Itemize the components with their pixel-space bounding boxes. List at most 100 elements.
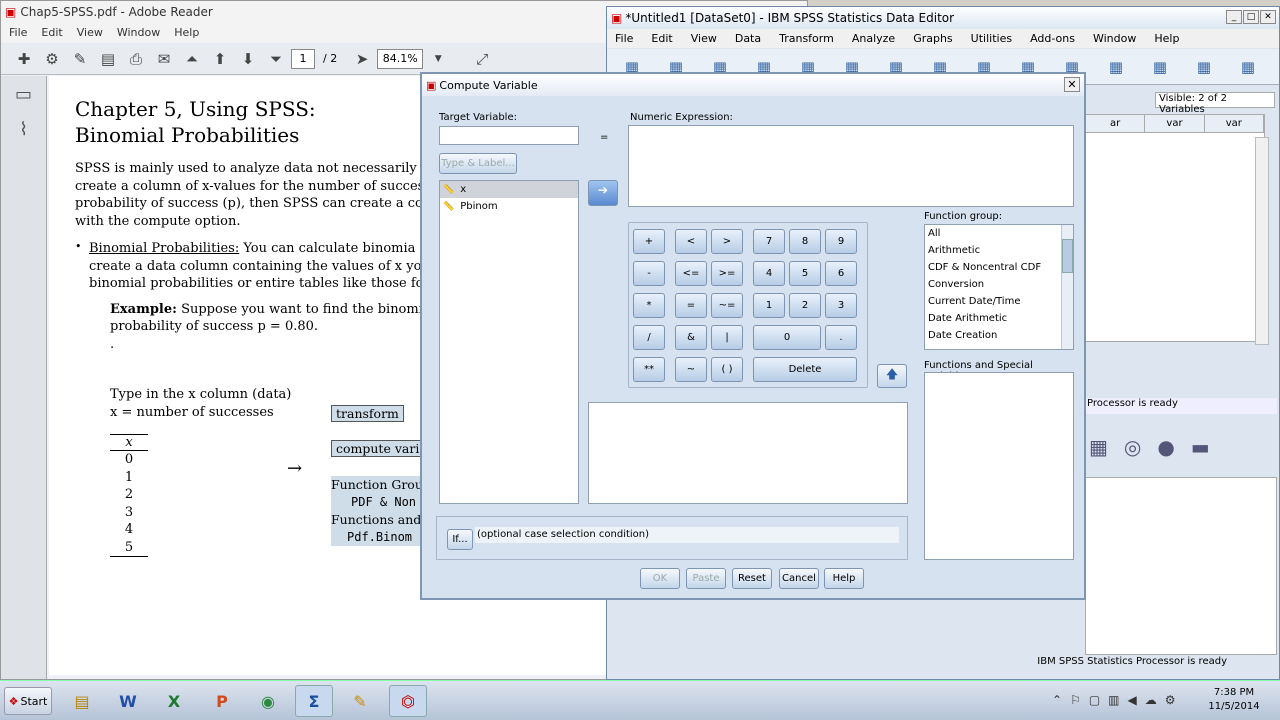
calc-key[interactable]: 5: [789, 261, 821, 286]
start-button[interactable]: ❖ Start: [4, 687, 52, 715]
spss-menu-window[interactable]: Window: [1093, 32, 1136, 45]
calc-key[interactable]: *: [633, 293, 665, 318]
calc-key[interactable]: |: [711, 325, 743, 350]
calc-key[interactable]: /: [633, 325, 665, 350]
powerpoint-icon[interactable]: P: [203, 685, 241, 717]
spss-menu-utilities[interactable]: Utilities: [971, 32, 1012, 45]
function-group-item[interactable]: Conversion: [925, 276, 1073, 293]
calc-key[interactable]: -: [633, 261, 665, 286]
explorer-icon[interactable]: ▤: [63, 685, 101, 717]
spss-menu-transform[interactable]: Transform: [779, 32, 834, 45]
variable-item[interactable]: 📏 x: [440, 181, 578, 198]
function-group-item[interactable]: Current Date/Time: [925, 293, 1073, 310]
ok-button[interactable]: OK: [640, 568, 680, 589]
spss-menu-data[interactable]: Data: [735, 32, 761, 45]
calc-key[interactable]: +: [633, 229, 665, 254]
paste-button[interactable]: Paste: [686, 568, 726, 589]
adobe-menu-window[interactable]: Window: [117, 26, 160, 39]
chrome-icon[interactable]: ◉: [249, 685, 287, 717]
page-number-input[interactable]: 1: [291, 48, 315, 69]
network-icon[interactable]: ▥: [1108, 693, 1119, 707]
calc-key[interactable]: **: [633, 357, 665, 382]
gear-icon[interactable]: ⚙: [1165, 693, 1176, 707]
functions-list[interactable]: [924, 372, 1074, 560]
function-group-item[interactable]: Date Arithmetic: [925, 310, 1073, 327]
function-group-item[interactable]: All: [925, 225, 1073, 242]
calc-key[interactable]: <=: [675, 261, 707, 286]
table-icon[interactable]: ▦: [1089, 435, 1108, 459]
edit-icon[interactable]: ✎: [67, 47, 93, 71]
calc-key[interactable]: Delete: [753, 357, 857, 382]
spss-menu-analyze[interactable]: Analyze: [852, 32, 895, 45]
insert-cases-icon[interactable]: ▦: [1103, 55, 1129, 79]
variable-item[interactable]: 📏 Pbinom: [440, 198, 578, 215]
calc-key[interactable]: .: [825, 325, 857, 350]
calc-key[interactable]: 0: [753, 325, 821, 350]
calc-key[interactable]: ~=: [711, 293, 743, 318]
adobe-menu-edit[interactable]: Edit: [41, 26, 62, 39]
cancel-button[interactable]: Cancel: [779, 568, 819, 589]
maximize-icon[interactable]: □: [1243, 10, 1259, 24]
grid-col-header[interactable]: var: [1205, 115, 1264, 132]
calc-key[interactable]: 9: [825, 229, 857, 254]
spss-menu-edit[interactable]: Edit: [651, 32, 672, 45]
email-icon[interactable]: ✉: [151, 47, 177, 71]
grid-col-header[interactable]: var: [1145, 115, 1205, 132]
grid-col-header[interactable]: ar: [1086, 115, 1146, 132]
spss-menu-graphs[interactable]: Graphs: [913, 32, 952, 45]
function-group-list[interactable]: All Arithmetic CDF & Noncentral CDF Convers…: [924, 224, 1074, 350]
minimize-icon[interactable]: _: [1226, 10, 1242, 24]
cloud-icon[interactable]: ☁: [1145, 693, 1157, 707]
numeric-expression-input[interactable]: [628, 125, 1074, 207]
clock[interactable]: 7:38 PM 11/5/2014: [1204, 686, 1264, 714]
word-icon[interactable]: W: [109, 685, 147, 717]
type-label-button[interactable]: Type & Label...: [439, 153, 517, 174]
close-icon[interactable]: ✕: [1260, 10, 1276, 24]
calc-key[interactable]: 1: [753, 293, 785, 318]
function-group-scrollbar[interactable]: [1061, 225, 1073, 349]
print-icon[interactable]: ⎙: [123, 47, 149, 71]
acrobat-icon[interactable]: ⏣: [389, 685, 427, 717]
adobe-menu-file[interactable]: File: [9, 26, 27, 39]
calc-key[interactable]: 7: [753, 229, 785, 254]
zoom-dropdown-icon[interactable]: ▼: [425, 47, 451, 71]
grid-scrollbar[interactable]: [1255, 137, 1269, 345]
pages-icon[interactable]: ▭: [1, 84, 46, 105]
zoom-input[interactable]: 84.1%: [377, 48, 424, 69]
spss-menu-help[interactable]: Help: [1154, 32, 1179, 45]
spss-menu-file[interactable]: File: [615, 32, 633, 45]
value-labels-icon[interactable]: ▦: [1235, 55, 1261, 79]
calc-key[interactable]: <: [675, 229, 707, 254]
save-icon[interactable]: ▤: [95, 47, 121, 71]
calc-key[interactable]: ~: [675, 357, 707, 382]
next-page-icon[interactable]: ⬇: [235, 47, 261, 71]
weight-icon[interactable]: ▦: [1191, 55, 1217, 79]
chart-icon[interactable]: ▬: [1191, 435, 1210, 459]
prev-page-icon[interactable]: ⬆: [207, 47, 233, 71]
calc-key[interactable]: 6: [825, 261, 857, 286]
function-group-item[interactable]: Arithmetic: [925, 242, 1073, 259]
adobe-menu-view[interactable]: View: [77, 26, 103, 39]
close-icon[interactable]: ✕: [1064, 77, 1080, 92]
flag-icon[interactable]: ⚐: [1070, 693, 1081, 707]
adobe-menu-help[interactable]: Help: [174, 26, 199, 39]
calc-key[interactable]: 8: [789, 229, 821, 254]
calc-key[interactable]: 4: [753, 261, 785, 286]
target-variable-input[interactable]: [439, 126, 579, 145]
first-page-icon[interactable]: ⏶: [179, 47, 205, 71]
spss-menu-view[interactable]: View: [691, 32, 717, 45]
calc-key[interactable]: 3: [825, 293, 857, 318]
calc-key[interactable]: 2: [789, 293, 821, 318]
fit-page-icon[interactable]: ⤢: [469, 47, 495, 71]
spss-menu-add-ons[interactable]: Add-ons: [1030, 32, 1075, 45]
pen-icon[interactable]: ✎: [341, 685, 379, 717]
calc-key[interactable]: &: [675, 325, 707, 350]
last-page-icon[interactable]: ⏷: [263, 47, 289, 71]
spss-task-icon[interactable]: Σ: [295, 685, 333, 717]
volume-icon[interactable]: ◀: [1128, 693, 1137, 707]
split-file-icon[interactable]: ▦: [1147, 55, 1173, 79]
help-button[interactable]: Help: [824, 568, 864, 589]
calc-key[interactable]: ( ): [711, 357, 743, 382]
reset-button[interactable]: Reset: [732, 568, 772, 589]
excel-icon[interactable]: X: [155, 685, 193, 717]
